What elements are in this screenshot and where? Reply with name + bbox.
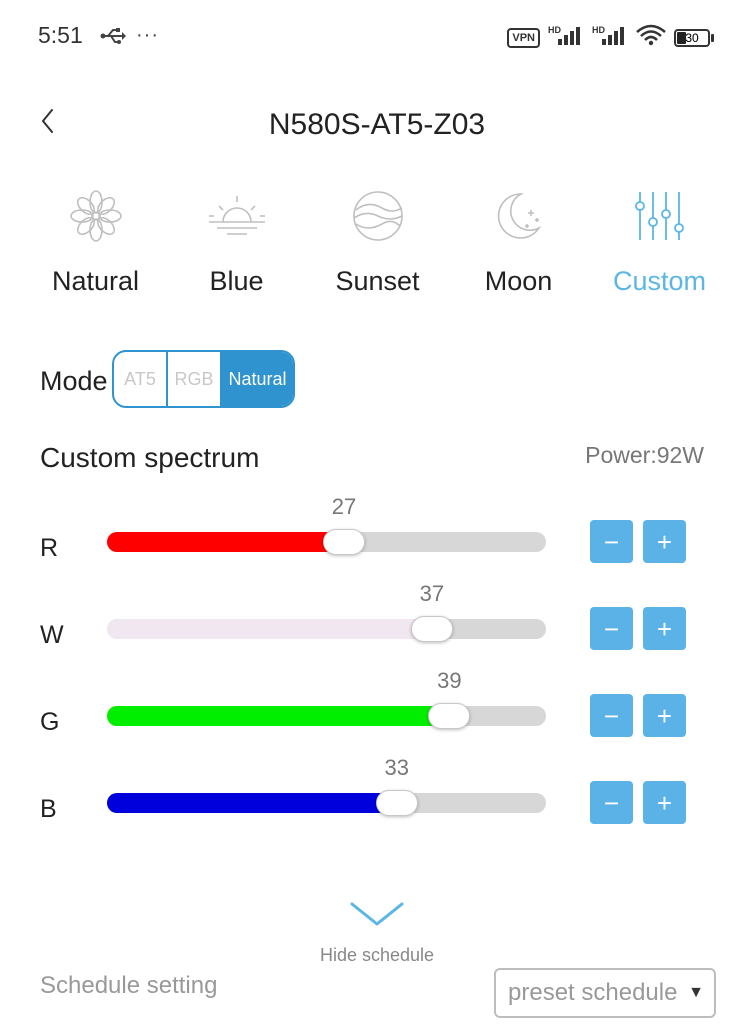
mode-tabs: Natural Blue Sunset Moon Custom: [25, 180, 730, 297]
tab-sunset[interactable]: Sunset: [307, 180, 448, 297]
tab-label: Natural: [51, 266, 140, 296]
increment-button[interactable]: +: [643, 781, 686, 824]
channel-slider-thumb[interactable]: [323, 529, 366, 555]
decrement-button[interactable]: −: [590, 607, 633, 650]
flower-icon: [68, 180, 124, 252]
tab-blue[interactable]: Blue: [166, 180, 307, 297]
channel-slider-track[interactable]: [107, 793, 546, 813]
channel-label: B: [40, 795, 57, 823]
increment-button[interactable]: +: [643, 607, 686, 650]
increment-button[interactable]: +: [643, 520, 686, 563]
tab-label: Moon: [484, 266, 553, 296]
mode-label: Mode: [40, 366, 108, 396]
sunset-globe-icon: [348, 180, 408, 252]
sunrise-icon: [205, 180, 269, 252]
channel-slider-track[interactable]: [107, 706, 546, 726]
channel-value: 39: [437, 668, 462, 693]
mode-switch: AT5 RGB Natural: [112, 350, 295, 408]
channel-value: 27: [331, 494, 357, 519]
status-time: 5:51: [38, 22, 83, 48]
tab-natural[interactable]: Natural: [25, 180, 166, 297]
channel-value: 37: [419, 581, 445, 606]
moon-icon: [491, 180, 547, 252]
hide-schedule-chevron[interactable]: [348, 900, 406, 935]
tab-custom[interactable]: Custom: [589, 180, 730, 297]
wifi-icon: [636, 24, 666, 51]
tab-moon[interactable]: Moon: [448, 180, 589, 297]
channel-slider-thumb[interactable]: [410, 616, 453, 642]
spectrum-title: Custom spectrum: [40, 442, 260, 473]
power-readout: Power:92W: [585, 442, 704, 468]
channel-label: R: [40, 534, 59, 562]
battery-level: 30: [685, 30, 699, 45]
preset-schedule-value: preset schedule: [508, 979, 678, 1006]
sliders-icon: [632, 180, 688, 252]
signal-hd-icon: HD: [592, 24, 628, 51]
mode-option-rgb[interactable]: RGB: [168, 352, 222, 406]
decrement-button[interactable]: −: [590, 694, 633, 737]
chevron-down-icon: [350, 902, 404, 926]
svg-text:HD: HD: [592, 25, 605, 35]
more-dots-icon: ···: [136, 24, 159, 46]
hide-schedule-link[interactable]: Hide schedule: [0, 945, 754, 966]
tab-label: Blue: [209, 266, 264, 296]
decrement-button[interactable]: −: [590, 520, 633, 563]
schedule-setting-label: Schedule setting: [40, 972, 218, 999]
page-title: N580S-AT5-Z03: [268, 108, 486, 141]
tab-label: Custom: [612, 266, 707, 296]
signal-hd-icon: HD: [548, 24, 584, 51]
channel-label: W: [40, 621, 64, 649]
increment-button[interactable]: +: [643, 694, 686, 737]
decrement-button[interactable]: −: [590, 781, 633, 824]
channel-slider-thumb[interactable]: [375, 790, 418, 816]
mode-option-at5[interactable]: AT5: [114, 352, 168, 406]
svg-text:HD: HD: [548, 25, 561, 35]
channel-slider-track[interactable]: [107, 619, 546, 639]
mode-option-natural[interactable]: Natural: [222, 352, 293, 406]
dropdown-arrow-icon: ▼: [688, 984, 704, 1001]
battery-icon: 30: [674, 28, 714, 47]
channel-value: 33: [384, 755, 409, 780]
channel-label: G: [40, 708, 60, 736]
vpn-badge: VPN: [507, 27, 540, 48]
tab-label: Sunset: [335, 266, 420, 296]
usb-icon: [100, 26, 126, 51]
preset-schedule-select[interactable]: preset schedule ▼: [494, 968, 716, 1018]
channel-slider-fill: [107, 706, 450, 726]
channel-slider-fill: [107, 793, 397, 813]
status-indicators: VPN HD HD 30: [507, 24, 714, 51]
channel-slider-thumb[interactable]: [428, 703, 471, 729]
channel-slider-fill: [107, 619, 432, 639]
channel-slider-fill: [107, 532, 345, 552]
